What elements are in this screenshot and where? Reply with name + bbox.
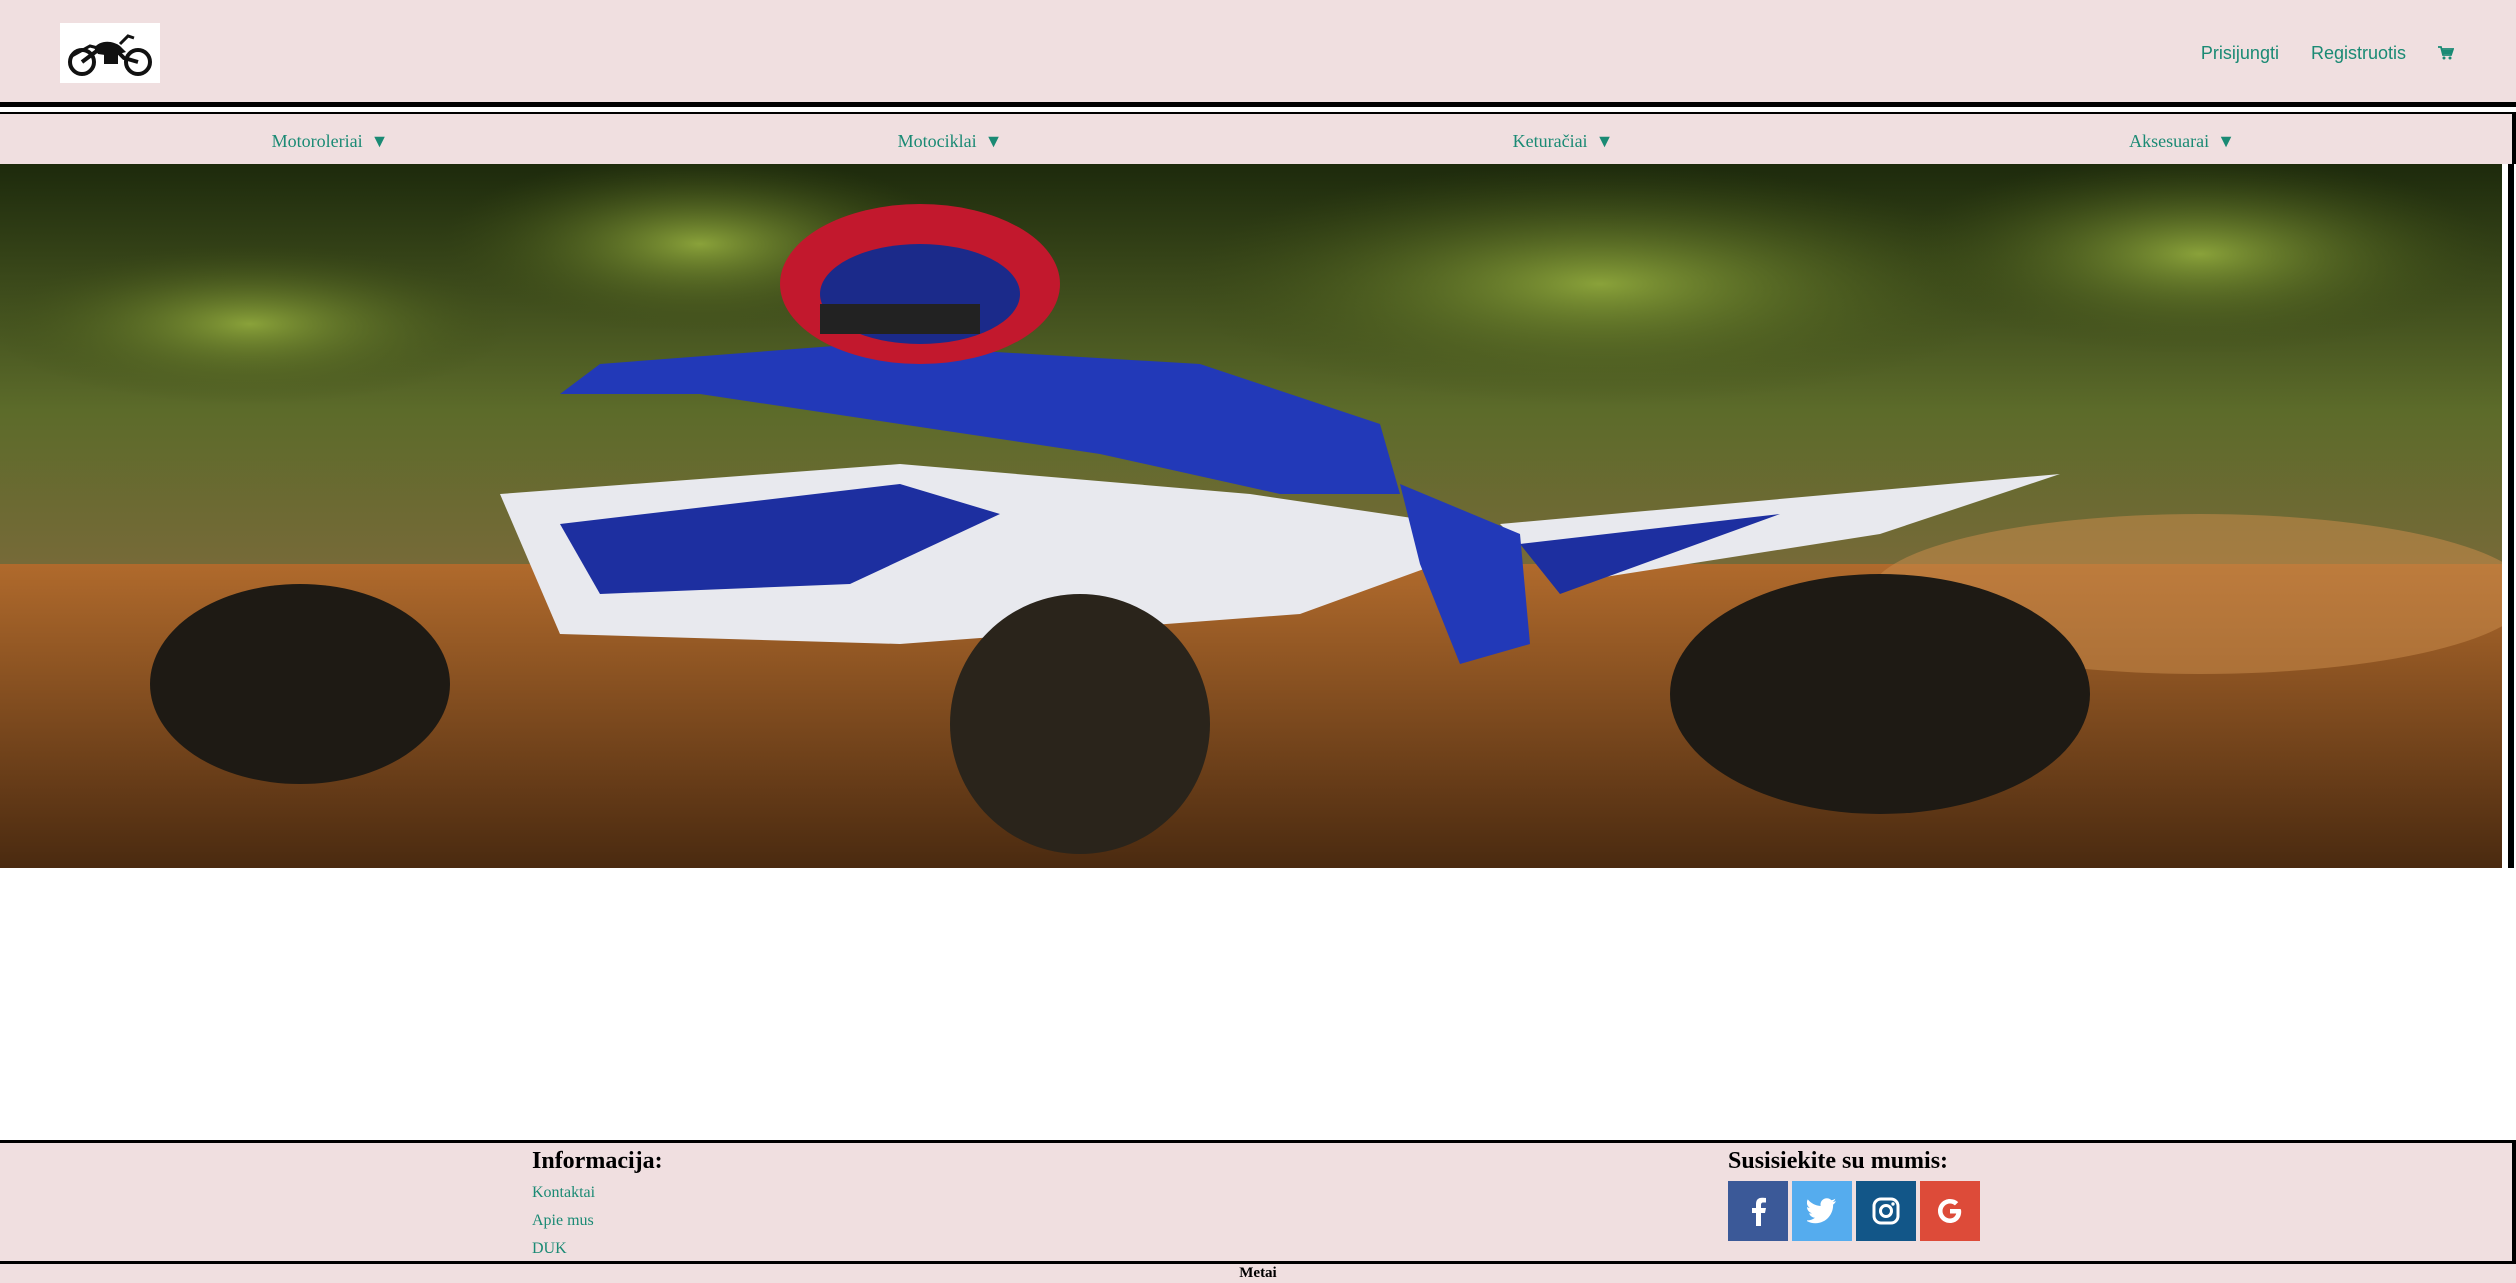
caret-down-icon: ▼: [1595, 131, 1614, 151]
hero-image: [0, 164, 2502, 868]
twitter-icon[interactable]: [1792, 1181, 1852, 1241]
motorcycle-logo-icon: [68, 34, 152, 76]
footer-link-kontaktai[interactable]: Kontaktai: [532, 1179, 663, 1207]
footer-contact-section: Susisiekite su mumis:: [1728, 1147, 1980, 1241]
nav-item-label: Keturačiai: [1512, 130, 1588, 151]
footer-info-heading: Informacija:: [532, 1148, 663, 1174]
nav-item-aksesuarai[interactable]: Aksesuarai ▼: [2129, 128, 2235, 154]
social-buttons: [1728, 1181, 1980, 1241]
nav-item-label: Aksesuarai: [2129, 130, 2210, 151]
footer-link-apie-mus[interactable]: Apie mus: [532, 1207, 663, 1235]
page: Prisijungti Registruotis Motoroleriai ▼ …: [0, 0, 2516, 1283]
login-link[interactable]: Prisijungti: [2201, 43, 2279, 64]
atv-rider-photo: [0, 164, 2502, 868]
shopping-cart-icon[interactable]: [2438, 46, 2454, 60]
top-header: Prisijungti Registruotis: [0, 0, 2516, 107]
caret-down-icon: ▼: [984, 131, 1003, 151]
bottom-bar: Metai: [0, 1264, 2516, 1283]
main-nav: Motoroleriai ▼ Motociklai ▼ Keturačiai ▼…: [0, 112, 2516, 164]
nav-item-label: Motoroleriai: [271, 130, 363, 151]
footer-info-section: Informacija: Kontaktai Apie mus DUK: [532, 1147, 663, 1263]
facebook-icon[interactable]: [1728, 1181, 1788, 1241]
footer: Informacija: Kontaktai Apie mus DUK Susi…: [0, 1140, 2516, 1264]
hero-frame: [2508, 164, 2514, 868]
caret-down-icon: ▼: [370, 131, 389, 151]
site-logo[interactable]: [60, 23, 160, 83]
google-icon[interactable]: [1920, 1181, 1980, 1241]
instagram-icon[interactable]: [1856, 1181, 1916, 1241]
nav-item-motoroleriai[interactable]: Motoroleriai ▼: [272, 128, 389, 154]
footer-links: Kontaktai Apie mus DUK: [532, 1179, 663, 1263]
account-links: Prisijungti Registruotis: [2201, 38, 2454, 68]
nav-item-label: Motociklai: [897, 130, 977, 151]
nav-item-keturaciai[interactable]: Keturačiai ▼: [1513, 128, 1614, 154]
caret-down-icon: ▼: [2217, 131, 2235, 151]
nav-item-motociklai[interactable]: Motociklai ▼: [898, 128, 1003, 154]
register-link[interactable]: Registruotis: [2311, 43, 2406, 64]
footer-contact-heading: Susisiekite su mumis:: [1728, 1148, 1949, 1174]
footer-link-duk[interactable]: DUK: [532, 1235, 663, 1263]
